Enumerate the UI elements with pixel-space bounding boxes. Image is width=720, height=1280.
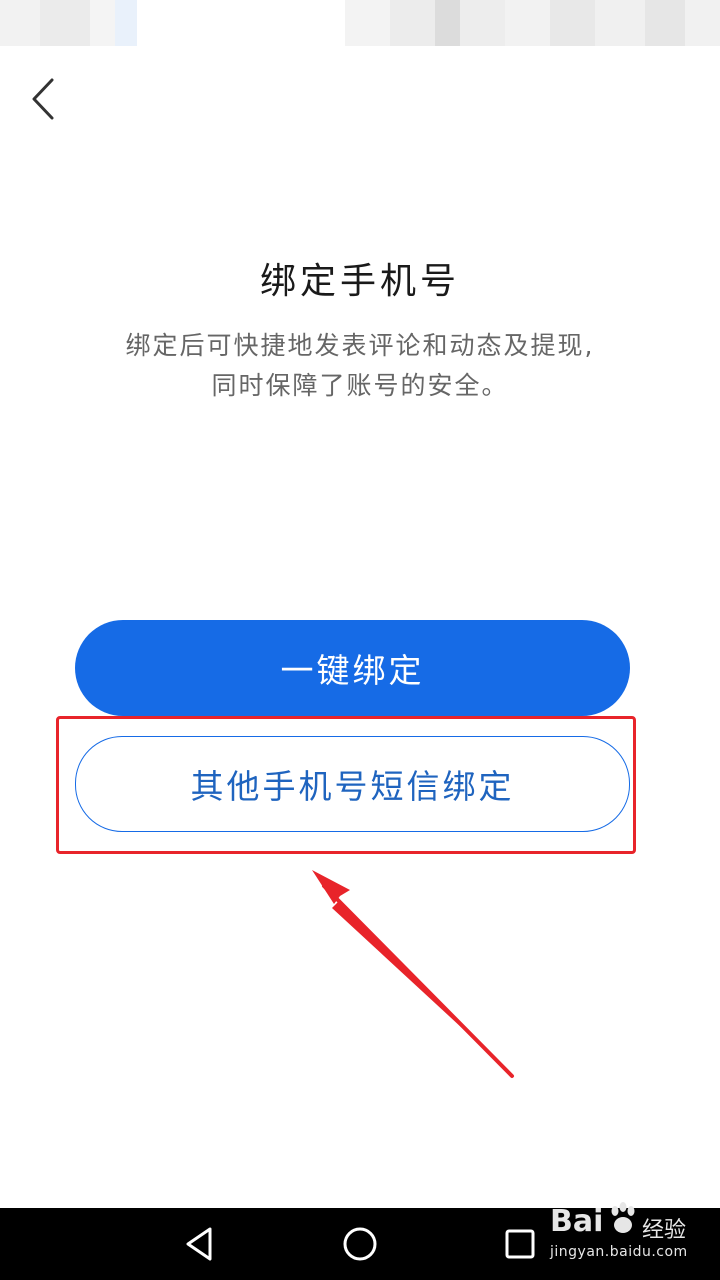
status-bar-blurred: [0, 0, 720, 46]
description-line-1: 绑定后可快捷地发表评论和动态及提现,: [125, 331, 595, 360]
annotation-arrow-icon: [312, 870, 514, 1078]
nav-recent-apps-button[interactable]: [500, 1224, 540, 1264]
phone-binding-screen: 绑定手机号 绑定后可快捷地发表评论和动态及提现, 同时保障了账号的安全。 一键绑…: [0, 0, 720, 1280]
one-click-bind-button[interactable]: 一键绑定: [75, 620, 630, 716]
circle-home-icon: [343, 1227, 377, 1261]
back-button[interactable]: [22, 74, 66, 124]
system-navigation-bar: [0, 1208, 720, 1280]
page-title: 绑定手机号: [259, 261, 460, 302]
triangle-back-icon: [186, 1227, 212, 1261]
square-recent-icon: [505, 1229, 535, 1259]
description-line-2: 同时保障了账号的安全。: [211, 371, 509, 400]
nav-back-button[interactable]: [180, 1224, 220, 1264]
page-description: 绑定后可快捷地发表评论和动态及提现, 同时保障了账号的安全。: [80, 326, 640, 406]
chevron-left-icon: [32, 78, 54, 120]
other-phone-sms-bind-button[interactable]: 其他手机号短信绑定: [75, 736, 630, 832]
nav-home-button[interactable]: [340, 1224, 380, 1264]
